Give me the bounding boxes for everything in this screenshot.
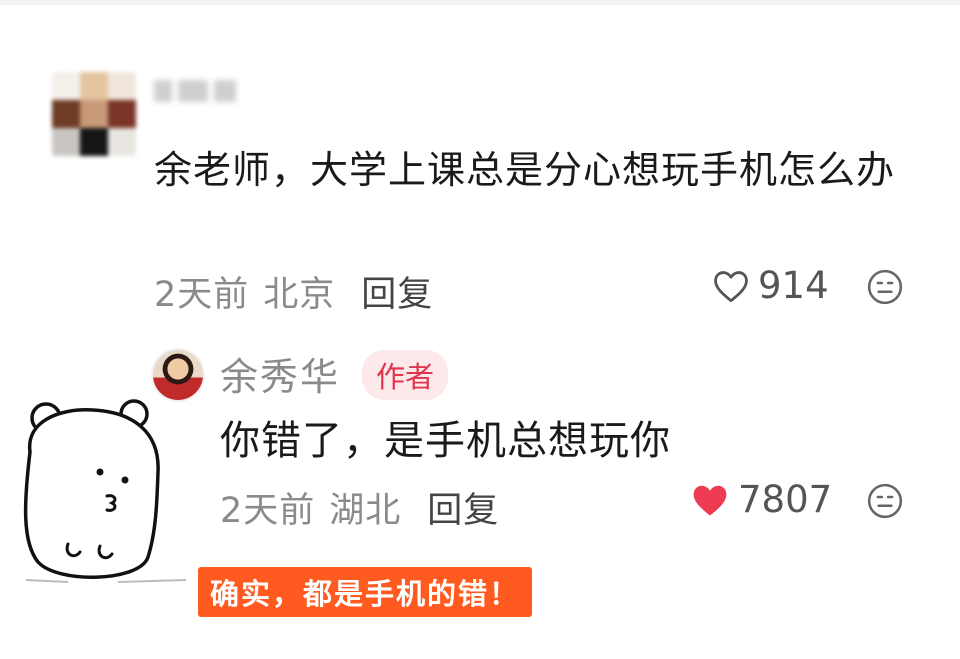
bear-sticker xyxy=(23,399,187,583)
reply-text: 你错了，是手机总想玩你 xyxy=(220,418,671,464)
reply-meta: 2天前 湖北 回复 xyxy=(220,482,499,533)
caption-banner: 确实，都是手机的错！ xyxy=(198,567,533,617)
reply-author-name[interactable]: 余秀华 xyxy=(220,346,340,401)
commenter-name-blurred[interactable] xyxy=(154,74,236,108)
reply-like-button[interactable]: 7807 xyxy=(690,478,832,521)
top-divider xyxy=(0,0,960,5)
author-badge: 作者 xyxy=(362,350,449,400)
commenter-avatar[interactable] xyxy=(52,72,136,156)
heart-outline-icon xyxy=(714,270,748,302)
emoji-face-icon[interactable] xyxy=(866,268,904,306)
comment-like-button[interactable]: 914 xyxy=(712,264,829,307)
comment-time: 2天前 xyxy=(154,275,250,315)
comment-like-count: 914 xyxy=(758,264,829,307)
comment-reply-button[interactable]: 回复 xyxy=(361,266,433,317)
emoji-face-icon[interactable] xyxy=(866,482,904,520)
comment-text: 余老师，大学上课总是分心想玩手机怎么办 xyxy=(154,148,896,192)
reply-location: 湖北 xyxy=(329,491,402,531)
comment-location: 北京 xyxy=(263,275,336,315)
heart-filled-icon xyxy=(693,485,727,516)
comment-meta: 2天前 北京 回复 xyxy=(154,266,433,317)
reply-time: 2天前 xyxy=(220,491,316,531)
reply-reply-button[interactable]: 回复 xyxy=(427,482,499,533)
reply-like-count: 7807 xyxy=(738,478,833,521)
